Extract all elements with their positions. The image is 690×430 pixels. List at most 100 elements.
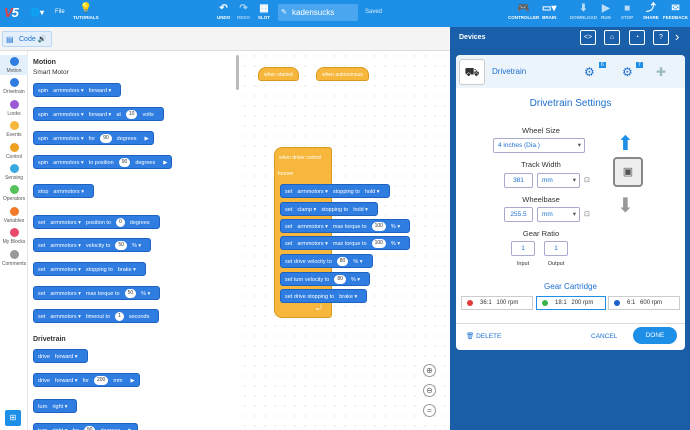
number-input[interactable]: 50 [124, 289, 137, 299]
code-workspace[interactable]: when started when autonomous when driver… [240, 51, 452, 430]
palette-block[interactable]: set armmotors max torque to 50% [33, 286, 161, 300]
dropdown[interactable]: armmotors [50, 314, 81, 320]
measure-icon-2[interactable]: ⊡ [584, 210, 590, 218]
track-unit-select[interactable]: mm [537, 173, 580, 188]
category-drivetrain[interactable]: Drivetrain [0, 76, 28, 96]
wheelbase-input[interactable]: 255.5 [504, 207, 533, 222]
run-button[interactable]: ▶ RUN [601, 3, 611, 20]
dropdown[interactable]: armmotors [53, 112, 84, 118]
dropdown[interactable]: armmotors [50, 291, 81, 297]
share-button[interactable]: ⤴ SHARE [643, 3, 659, 20]
dropdown[interactable]: forward [55, 354, 78, 360]
zoom-in-button[interactable]: ⊕ [423, 364, 436, 377]
delete-button[interactable]: 🗑 DELETE [466, 332, 501, 340]
file-menu[interactable]: File [55, 9, 65, 15]
dropdown[interactable]: armmotors [53, 160, 84, 166]
zoom-out-button[interactable]: ⊖ [423, 384, 436, 397]
category-variables[interactable]: Variables [0, 205, 28, 225]
palette-block[interactable]: drive forward for 200 mm ▶ [33, 373, 140, 387]
number-input[interactable]: 100 [371, 222, 386, 232]
wheelbase-unit-select[interactable]: mm [537, 207, 580, 222]
when-driver-control-block[interactable]: when driver control [274, 151, 326, 165]
speaker-icon[interactable]: 🔊 [38, 36, 47, 43]
number-input[interactable]: 90 [83, 426, 96, 430]
dropdown[interactable]: % [132, 243, 141, 249]
dropdown[interactable]: armmotors [297, 241, 328, 247]
dropdown[interactable]: % [391, 241, 400, 247]
script-block[interactable]: set turn velocity to 80% [280, 272, 371, 286]
number-input[interactable]: 90 [118, 158, 131, 168]
cancel-button[interactable]: CANCEL [591, 333, 617, 340]
palette-block[interactable]: set armmotors velocity to 50% [33, 238, 152, 252]
palette-block[interactable]: set armmotors stopping to brake [33, 262, 146, 276]
palette-block[interactable]: drive forward [33, 349, 88, 363]
category-sensing[interactable]: Sensing [0, 162, 28, 182]
number-input[interactable]: 1 [115, 312, 124, 322]
palette-block[interactable]: spin armmotors to position 90 degrees ▶ [33, 155, 173, 169]
help-icon[interactable]: ? [653, 30, 669, 45]
category-my-blocks[interactable]: My Blocks [0, 226, 28, 246]
category-control[interactable]: Control [0, 141, 28, 161]
dropdown[interactable]: % [351, 277, 360, 283]
dropdown[interactable]: % [391, 224, 400, 230]
number-input[interactable]: 50 [115, 241, 127, 251]
script-block[interactable]: set armmotors stopping to hold [280, 184, 390, 198]
number-input[interactable]: 80 [334, 275, 346, 285]
dropdown[interactable]: armmotors [53, 136, 84, 142]
code-view-icon[interactable]: <> [580, 30, 596, 45]
dropdown[interactable]: armmotors [297, 189, 328, 195]
globe-icon[interactable]: 🌐▾ [30, 8, 44, 17]
done-button[interactable]: DONE [633, 327, 677, 344]
category-looks[interactable]: Looks [0, 98, 28, 118]
cartridge-option[interactable]: 6:1 600 rpm [608, 296, 680, 310]
category-events[interactable]: Events [0, 119, 28, 139]
zoom-reset-button[interactable]: = [423, 404, 436, 417]
palette-block[interactable]: turnrightfor90degrees▶ [33, 423, 138, 430]
gyro-port-icon[interactable]: ✚ [656, 65, 666, 79]
track-width-input[interactable]: 381 [504, 173, 533, 188]
palette-block[interactable]: spin armmotors forward at 10 volts [33, 107, 164, 121]
feedback-button[interactable]: ✉ FEEDBACK [663, 3, 688, 20]
dashboard-icon[interactable]: ◔ [629, 30, 645, 45]
dropdown[interactable]: hold [365, 189, 380, 195]
category-operators[interactable]: Operators [0, 183, 28, 203]
palette-block[interactable]: set armmotors position to 0 degrees [33, 215, 160, 229]
dropdown[interactable]: armmotors [53, 88, 84, 94]
code-tab[interactable]: ▤ Code 🔊 [2, 31, 52, 47]
cartridge-option[interactable]: 18:1 200 rpm [536, 296, 606, 310]
script-block[interactable]: set armmotors max torque to 100% [280, 219, 411, 233]
number-input[interactable]: 90 [100, 134, 112, 144]
script-block[interactable]: set armmotors max torque to 100% [280, 236, 411, 250]
number-input[interactable]: 80 [336, 257, 349, 267]
number-input[interactable]: 200 [93, 376, 109, 386]
dropdown[interactable]: forward [89, 112, 112, 118]
redo-button[interactable]: ↷ REDO [237, 3, 250, 20]
dropdown[interactable]: armmotors [50, 267, 81, 273]
brain-button[interactable]: ▭▾ BRAIN [542, 3, 556, 20]
download-button[interactable]: ⬇ DOWNLOAD [570, 3, 597, 20]
dropdown[interactable]: armmotors [53, 189, 84, 195]
slot-button[interactable]: ▦ SLOT [258, 3, 270, 20]
palette-block[interactable]: set armmotors timeout to 1 seconds [33, 309, 160, 323]
tutorials-button[interactable]: 💡 TUTORIALS [73, 3, 99, 20]
dropdown[interactable]: brake [118, 267, 136, 273]
project-name-field[interactable]: ✎ kadensucks [278, 4, 358, 21]
palette-block[interactable]: spin armmotors forward [33, 83, 122, 97]
controller-button[interactable]: 🎮 CONTROLLER [508, 3, 539, 20]
category-comments[interactable]: Comments [0, 248, 28, 268]
gear-output-field[interactable]: 1 [544, 241, 568, 256]
palette-block[interactable]: spin armmotors for 90 degrees ▶ [33, 131, 154, 145]
wheel-size-select[interactable]: 4 inches (Dia.) [493, 138, 585, 153]
measure-icon[interactable]: ⊡ [584, 176, 590, 184]
number-input[interactable]: 0 [116, 218, 125, 228]
dropdown[interactable]: armmotors [50, 243, 81, 249]
backpack-icon[interactable]: ⊞ [5, 410, 21, 426]
chevron-right-icon[interactable]: › [675, 29, 679, 44]
dropdown[interactable]: forward [89, 88, 112, 94]
when-started-block[interactable]: when started [258, 67, 299, 81]
script-block[interactable]: set clamp stopping to hold [280, 202, 378, 216]
dropdown[interactable]: % [353, 259, 362, 265]
dropdown[interactable]: brake [339, 294, 357, 300]
gear-input-field[interactable]: 1 [511, 241, 535, 256]
when-autonomous-block[interactable]: when autonomous [316, 67, 369, 81]
